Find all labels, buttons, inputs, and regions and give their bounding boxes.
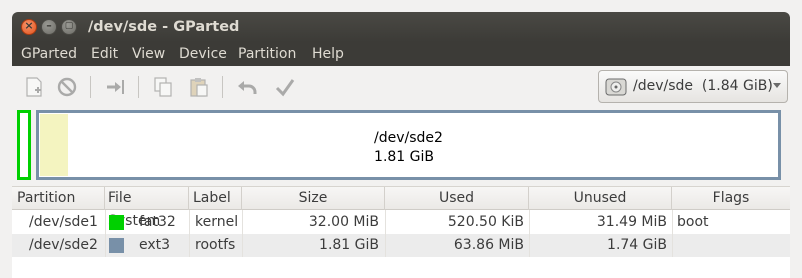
label-cell: rootfs <box>195 237 236 253</box>
device-selector-label: /dev/sde (1.84 GiB) <box>633 78 773 94</box>
close-icon: × <box>24 19 34 32</box>
menu-partition[interactable]: Partition <box>238 42 296 66</box>
partition-table: Partition File System Label Size Used Un… <box>12 186 790 278</box>
menu-gparted[interactable]: GParted <box>21 42 77 66</box>
table-header: Partition File System Label Size Used Un… <box>12 186 790 229</box>
flags-cell: boot <box>677 214 709 230</box>
file-system-cell: ext3 <box>139 237 171 253</box>
close-button[interactable]: × <box>21 19 37 35</box>
column-divider <box>242 210 243 257</box>
toolbar-separator <box>138 76 139 98</box>
fs-color-swatch <box>109 215 124 230</box>
paste-icon[interactable] <box>188 76 210 98</box>
label-cell: kernel <box>195 214 239 230</box>
menu-view[interactable]: View <box>132 42 165 66</box>
column-divider <box>105 210 106 257</box>
column-header-file-system[interactable]: File System <box>105 187 189 229</box>
delete-icon[interactable] <box>56 76 78 98</box>
title-bar: × – ▢ /dev/sde - GParted <box>12 12 790 42</box>
menu-edit[interactable]: Edit <box>91 42 118 66</box>
column-header-flags[interactable]: Flags <box>672 187 790 210</box>
copy-icon[interactable] <box>152 76 174 98</box>
disk-map-partition-size: 1.81 GiB <box>374 149 434 165</box>
window-title: /dev/sde - GParted <box>88 19 240 35</box>
maximize-button[interactable]: ▢ <box>61 19 77 35</box>
partition-cell: /dev/sde2 <box>29 237 98 253</box>
new-partition-icon[interactable] <box>23 76 45 98</box>
menu-bar: GParted Edit View Device Partition Help <box>12 42 790 66</box>
size-cell: 1.81 GiB <box>319 237 379 253</box>
column-header-label[interactable]: Label <box>189 187 242 210</box>
used-cell: 520.50 KiB <box>447 214 524 230</box>
toolbar-separator <box>90 76 91 98</box>
disk-map-partition-sde1[interactable] <box>17 110 31 180</box>
size-cell: 32.00 MiB <box>308 214 379 230</box>
hard-disk-icon <box>605 78 627 96</box>
device-selector[interactable]: /dev/sde (1.84 GiB) <box>598 70 788 103</box>
apply-icon[interactable] <box>274 76 296 98</box>
table-row[interactable]: /dev/sde2 ext3 rootfs 1.81 GiB 63.86 MiB… <box>12 234 790 257</box>
disk-map-partition-sde2[interactable]: /dev/sde2 1.81 GiB <box>36 110 781 180</box>
table-row[interactable]: /dev/sde1 fat32 kernel 32.00 MiB 520.50 … <box>12 211 790 234</box>
maximize-icon: ▢ <box>64 21 74 31</box>
toolbar-separator <box>222 76 223 98</box>
column-divider <box>189 210 190 257</box>
menu-help[interactable]: Help <box>312 42 344 66</box>
column-header-partition[interactable]: Partition <box>12 187 105 210</box>
column-divider <box>385 210 386 257</box>
file-system-cell: fat32 <box>139 214 176 230</box>
column-header-size[interactable]: Size <box>242 187 385 210</box>
column-divider <box>529 210 530 257</box>
menu-device[interactable]: Device <box>179 42 227 66</box>
minimize-button[interactable]: – <box>41 19 57 35</box>
partition-cell: /dev/sde1 <box>29 214 98 230</box>
resize-move-icon[interactable] <box>104 76 126 98</box>
fs-color-swatch <box>109 238 124 253</box>
chevron-down-icon <box>773 83 781 88</box>
toolbar: /dev/sde (1.84 GiB) <box>12 66 790 108</box>
unused-cell: 1.74 GiB <box>607 237 667 253</box>
column-header-used[interactable]: Used <box>385 187 529 210</box>
undo-icon[interactable] <box>236 76 258 98</box>
disk-map: /dev/sde2 1.81 GiB <box>12 108 790 182</box>
used-cell: 63.86 MiB <box>453 237 524 253</box>
column-divider <box>672 210 673 257</box>
disk-map-partition-name: /dev/sde2 <box>374 130 443 146</box>
minimize-icon: – <box>46 19 52 32</box>
column-header-unused[interactable]: Unused <box>529 187 672 210</box>
unused-cell: 31.49 MiB <box>596 214 667 230</box>
